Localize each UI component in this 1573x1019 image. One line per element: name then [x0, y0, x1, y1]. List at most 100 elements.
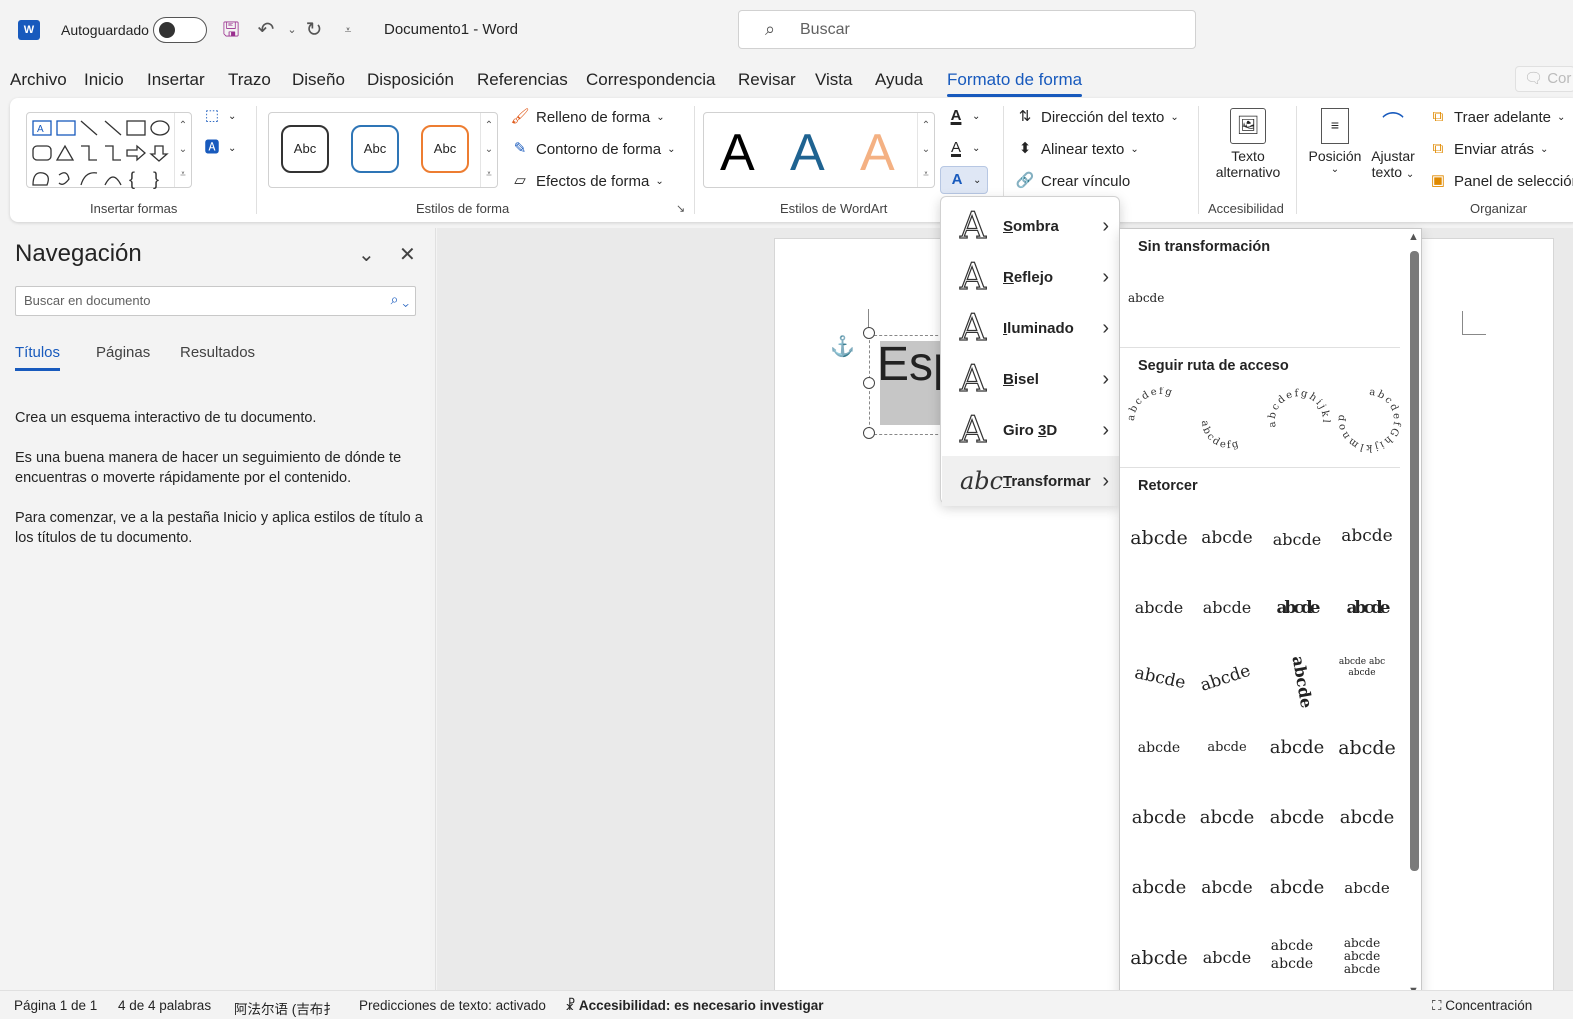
- save-icon[interactable]: 🖫: [219, 17, 243, 43]
- warp-option-2[interactable]: abcde: [1262, 515, 1332, 575]
- close-icon[interactable]: ✕: [399, 242, 416, 267]
- create-link-button[interactable]: 🔗 Crear vínculo: [1015, 171, 1131, 191]
- tab-0[interactable]: Archivo: [10, 70, 67, 90]
- no-transform-option[interactable]: abcde: [1128, 291, 1198, 351]
- tab-1[interactable]: Inicio: [84, 70, 124, 90]
- scroll-up-icon[interactable]: ▲: [1408, 231, 1419, 243]
- resize-handle[interactable]: [863, 377, 875, 389]
- warp-option-27[interactable]: abcde abcde abcde: [1332, 933, 1392, 993]
- page-count[interactable]: Página 1 de 1: [14, 998, 97, 1013]
- accessibility-status[interactable]: ☧ Accesibilidad: es necesario investigar: [565, 998, 823, 1014]
- tab-10[interactable]: Ayuda: [875, 70, 923, 90]
- language-indicator[interactable]: 阿法尔语 (吉布扌: [234, 998, 340, 1018]
- warp-option-13[interactable]: abcde: [1192, 723, 1262, 783]
- warp-option-3[interactable]: abcde: [1332, 511, 1402, 571]
- tab-8[interactable]: Revisar: [738, 70, 796, 90]
- wordart-gallery[interactable]: A A A ⌃ ⌄ ⩡: [703, 112, 935, 188]
- warp-option-8[interactable]: abcde: [1120, 646, 1199, 719]
- tab-headings[interactable]: Títulos: [15, 344, 61, 371]
- comments-button[interactable]: 🗨 Cor: [1515, 66, 1573, 92]
- text-direction-button[interactable]: ⇅ Dirección del texto ⌄: [1015, 107, 1179, 127]
- selection-pane-button[interactable]: ▣ Panel de selección: [1428, 171, 1573, 191]
- wordart-style-3[interactable]: A: [860, 123, 895, 183]
- warp-option-17[interactable]: abcde: [1192, 793, 1262, 853]
- follow-path-option-3[interactable]: abcdefGhijklmnop: [1336, 387, 1402, 453]
- effects-menu-item-0[interactable]: A Sombra ›: [942, 201, 1119, 251]
- warp-option-5[interactable]: abcde: [1192, 583, 1262, 643]
- gallery-scrollbar[interactable]: ▲ ▼: [1405, 229, 1421, 1012]
- effects-menu-item-4[interactable]: A Giro 3D ›: [942, 405, 1119, 455]
- effects-menu-item-1[interactable]: A Reflejo ›: [942, 252, 1119, 302]
- effects-menu-item-2[interactable]: A Iluminado ›: [942, 303, 1119, 353]
- warp-option-12[interactable]: abcde: [1124, 723, 1194, 783]
- warp-option-19[interactable]: abcde: [1332, 793, 1402, 853]
- tab-3[interactable]: Trazo: [228, 70, 271, 90]
- text-box-button[interactable]: 🅰 ⌄: [202, 138, 236, 158]
- shape-outline-button[interactable]: ✎ Contorno de forma ⌄: [510, 139, 676, 159]
- warp-option-18[interactable]: abcde: [1262, 793, 1332, 853]
- warp-option-26[interactable]: abcde abcde: [1262, 933, 1322, 993]
- text-fill-button[interactable]: A ⌄: [946, 106, 981, 126]
- undo-icon[interactable]: ↶: [254, 17, 278, 43]
- wrap-text-button[interactable]: ⌒ Ajustar texto ⌄: [1366, 108, 1420, 180]
- warp-option-25[interactable]: abcde: [1192, 933, 1262, 993]
- redo-icon[interactable]: ↻: [302, 17, 326, 43]
- effects-menu-item-3[interactable]: A Bisel ›: [942, 354, 1119, 404]
- shape-styles-gallery[interactable]: Abc Abc Abc ⌃ ⌄ ⩡: [268, 112, 498, 188]
- warp-option-21[interactable]: abcde: [1192, 863, 1262, 923]
- text-effects-button[interactable]: A ⌄: [940, 166, 989, 194]
- warp-option-16[interactable]: abcde: [1124, 793, 1194, 853]
- tab-4[interactable]: Diseño: [292, 70, 345, 90]
- warp-option-9[interactable]: abcde: [1184, 644, 1269, 723]
- warp-option-11[interactable]: abcde abc abcde: [1332, 653, 1392, 713]
- shape-fill-button[interactable]: 🖌 Relleno de forma ⌄: [510, 107, 664, 127]
- follow-path-option-2[interactable]: abcdefghijklm: [1266, 387, 1332, 453]
- search-icon[interactable]: ⌕ ⌄: [391, 291, 409, 308]
- resize-handle[interactable]: [863, 327, 875, 339]
- word-count[interactable]: 4 de 4 palabras: [118, 998, 211, 1013]
- align-text-button[interactable]: ⬍ Alinear texto ⌄: [1015, 139, 1139, 159]
- customize-qat-icon[interactable]: ⩡: [336, 17, 360, 43]
- send-backward-button[interactable]: ⧉ Enviar atrás ⌄: [1428, 139, 1549, 159]
- shape-style-1[interactable]: Abc: [281, 125, 329, 173]
- tab-results[interactable]: Resultados: [180, 344, 255, 361]
- warp-option-22[interactable]: abcde: [1262, 863, 1332, 923]
- focus-mode[interactable]: ⛶ Concentración: [1432, 998, 1532, 1014]
- dialog-launcher-icon[interactable]: ↘: [676, 202, 685, 215]
- warp-option-20[interactable]: abcde: [1124, 863, 1194, 923]
- warp-option-24[interactable]: abcde: [1124, 933, 1194, 993]
- resize-handle[interactable]: [863, 427, 875, 439]
- shape-effects-button[interactable]: ▱ Efectos de forma ⌄: [510, 171, 664, 191]
- follow-path-option-1[interactable]: abcdefg: [1196, 387, 1262, 453]
- tab-5[interactable]: Disposición: [367, 70, 454, 90]
- position-button[interactable]: ≡ Posición ⌄: [1305, 108, 1365, 175]
- shape-style-3[interactable]: Abc: [421, 125, 469, 173]
- autosave-toggle[interactable]: [153, 17, 207, 43]
- nav-search-input[interactable]: Buscar en documento ⌕ ⌄: [15, 286, 416, 316]
- edit-shape-button[interactable]: ⬚ ⌄: [202, 106, 236, 126]
- warp-option-14[interactable]: abcde: [1262, 723, 1332, 783]
- tab-2[interactable]: Insertar: [147, 70, 205, 90]
- warp-option-4[interactable]: abcde: [1124, 583, 1194, 643]
- warp-option-7[interactable]: abcde: [1332, 583, 1402, 643]
- text-outline-button[interactable]: A ⌄: [946, 138, 980, 158]
- tab-6[interactable]: Referencias: [477, 70, 568, 90]
- alt-text-button[interactable]: 🖼 Texto alternativo: [1210, 108, 1286, 180]
- undo-dropdown-icon[interactable]: ⌄: [280, 17, 304, 43]
- shape-style-2[interactable]: Abc: [351, 125, 399, 173]
- tab-7[interactable]: Correspondencia: [586, 70, 715, 90]
- warp-option-0[interactable]: abcde: [1124, 513, 1194, 573]
- tab-9[interactable]: Vista: [815, 70, 853, 90]
- follow-path-option-0[interactable]: abcdefg: [1128, 387, 1194, 453]
- text-predictions[interactable]: Predicciones de texto: activado: [359, 998, 546, 1013]
- search-box[interactable]: ⌕ Buscar: [738, 10, 1196, 49]
- warp-option-10[interactable]: abcde: [1261, 643, 1332, 722]
- tab-11[interactable]: Formato de forma: [947, 70, 1083, 97]
- warp-option-15[interactable]: abcde: [1332, 723, 1402, 783]
- shapes-gallery[interactable]: A { } ⌃ ⌄ ⩡: [26, 112, 192, 189]
- bring-forward-button[interactable]: ⧉ Traer adelante ⌄: [1428, 107, 1566, 127]
- warp-option-1[interactable]: abcde: [1192, 513, 1262, 573]
- nav-options-icon[interactable]: ⌄: [358, 242, 375, 267]
- tab-pages[interactable]: Páginas: [96, 344, 150, 361]
- warp-option-6[interactable]: abcde: [1262, 583, 1332, 643]
